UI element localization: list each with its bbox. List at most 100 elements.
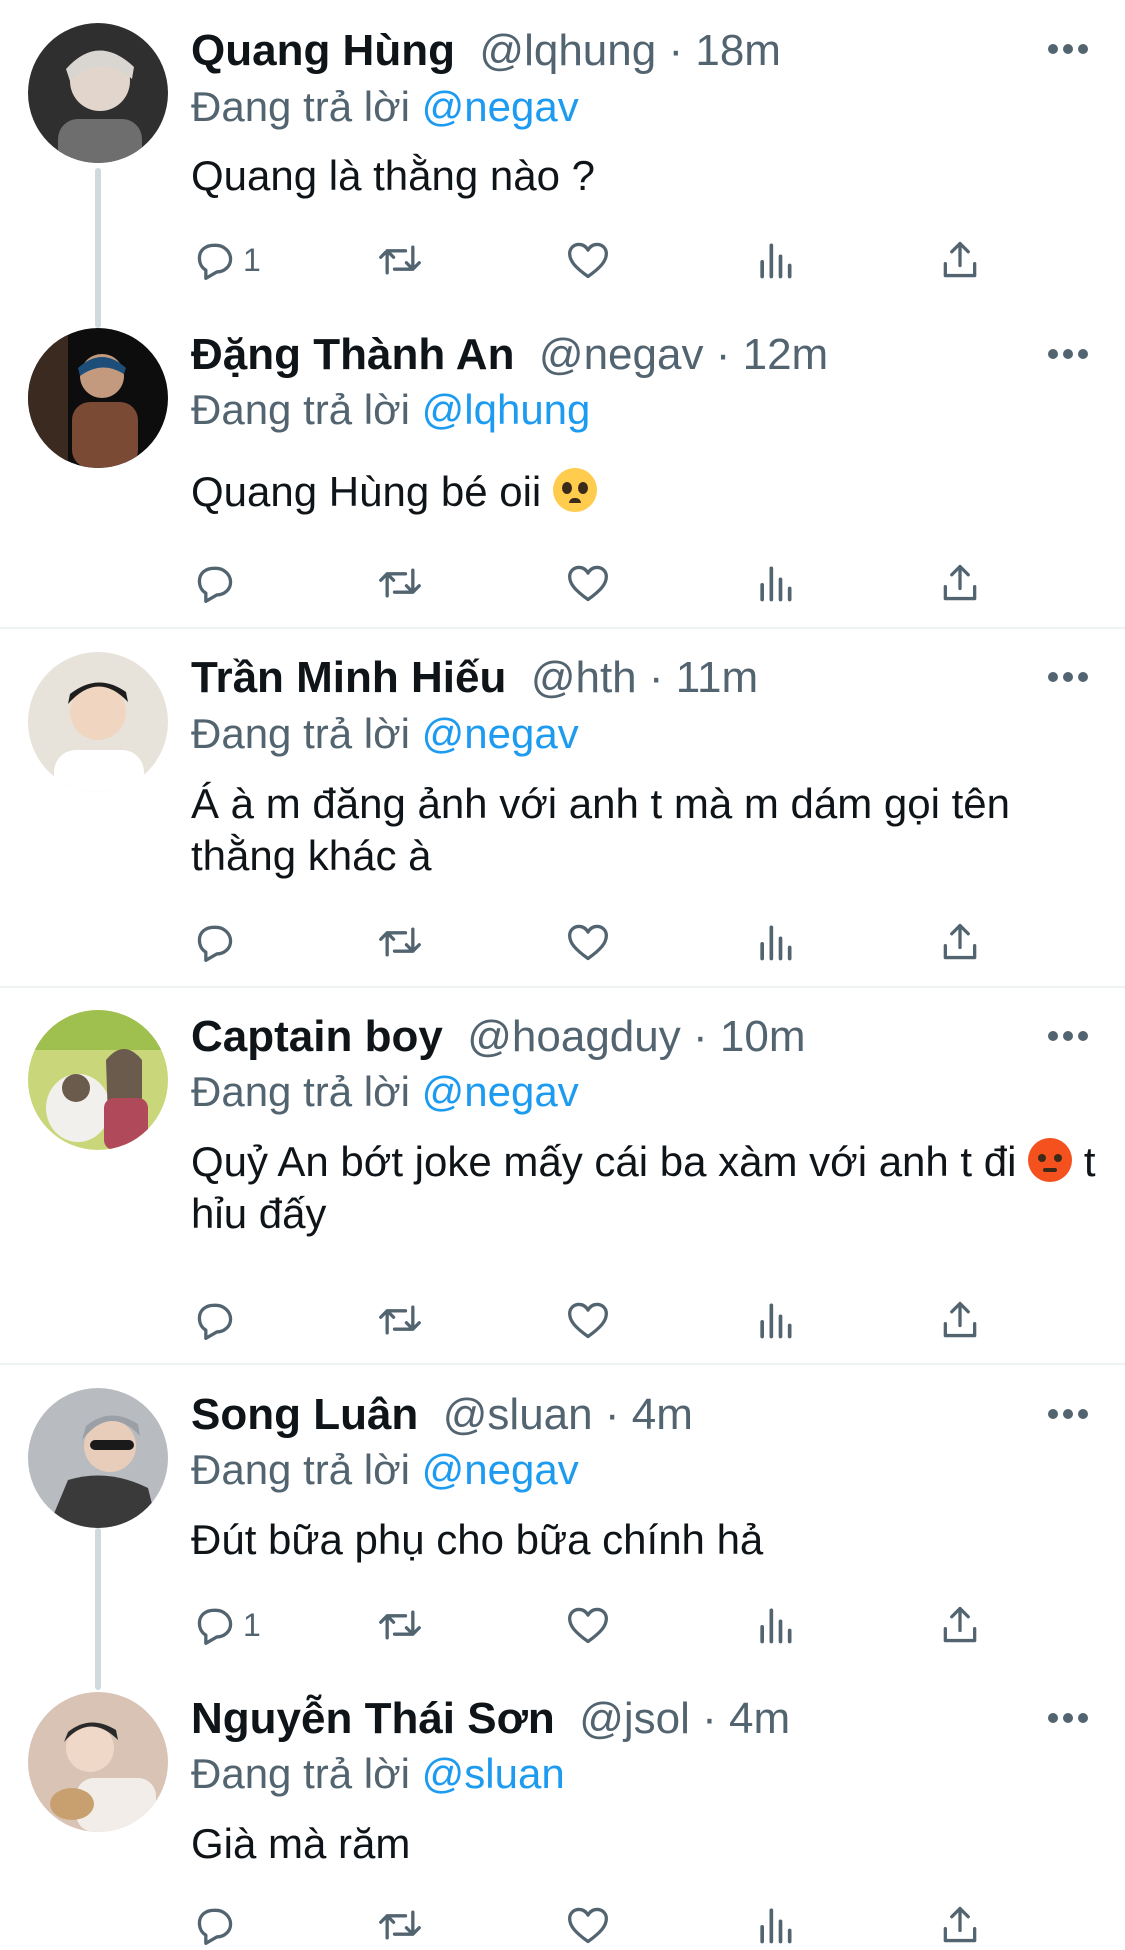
retweet-button[interactable] xyxy=(378,235,422,285)
separator: · xyxy=(668,26,684,75)
reply-prefix: Đang trả lời xyxy=(191,386,410,433)
reply-button[interactable]: 1 xyxy=(193,235,261,285)
views-icon xyxy=(760,566,792,602)
share-button[interactable] xyxy=(938,1295,982,1345)
angry-face-emoji xyxy=(1028,1138,1073,1182)
views-button[interactable] xyxy=(753,558,797,608)
timestamp[interactable]: 12m xyxy=(743,330,829,379)
share-button[interactable] xyxy=(938,235,982,285)
mention-link[interactable]: @sluan xyxy=(422,1750,565,1797)
separator: · xyxy=(604,1390,620,1439)
reply-button[interactable] xyxy=(193,1295,243,1345)
mention-link[interactable]: @negav xyxy=(422,1068,579,1115)
tweet-text: Quỷ An bớt joke mấy cái ba xàm với anh t… xyxy=(191,1136,1101,1240)
author-handle[interactable]: @hth xyxy=(531,653,637,702)
avatar[interactable] xyxy=(28,1010,168,1150)
more-icon[interactable] xyxy=(1048,44,1088,56)
like-icon xyxy=(568,1607,608,1644)
reply-prefix: Đang trả lời xyxy=(191,1068,410,1115)
author-handle[interactable]: @sluan xyxy=(443,1390,593,1439)
retweet-button[interactable] xyxy=(378,1295,422,1345)
author-name[interactable]: Song Luân xyxy=(191,1390,418,1439)
author-name[interactable]: Captain boy xyxy=(191,1012,443,1061)
tweet-header: Captain boy @hoagduy · 10m xyxy=(191,1012,805,1062)
views-button[interactable] xyxy=(753,235,797,285)
retweet-button[interactable] xyxy=(378,1600,422,1650)
more-icon[interactable] xyxy=(1048,672,1088,684)
author-handle[interactable]: @hoagduy xyxy=(467,1012,681,1061)
like-button[interactable] xyxy=(566,558,610,608)
timestamp[interactable]: 4m xyxy=(729,1694,790,1743)
separator: · xyxy=(648,653,664,702)
reply-prefix: Đang trả lời xyxy=(191,1750,410,1797)
timestamp[interactable]: 10m xyxy=(720,1012,806,1061)
timestamp[interactable]: 11m xyxy=(676,653,758,702)
reply-count: 1 xyxy=(243,241,261,278)
avatar[interactable] xyxy=(28,23,168,163)
like-button[interactable] xyxy=(566,235,610,285)
share-button[interactable] xyxy=(938,1600,982,1650)
reply-count: 1 xyxy=(243,1606,261,1643)
avatar[interactable] xyxy=(28,1692,168,1832)
views-button[interactable] xyxy=(753,1295,797,1345)
mention-link[interactable]: @negav xyxy=(422,83,579,130)
retweet-icon xyxy=(379,1910,421,1940)
reply-icon xyxy=(197,566,233,603)
more-icon[interactable] xyxy=(1048,1409,1088,1421)
share-button[interactable] xyxy=(938,1900,982,1950)
mention-link[interactable]: @negav xyxy=(422,710,579,757)
mention-link[interactable]: @negav xyxy=(422,1446,579,1493)
divider xyxy=(0,627,1125,629)
author-handle[interactable]: @jsol xyxy=(579,1694,690,1743)
share-button[interactable] xyxy=(938,917,982,967)
avatar[interactable] xyxy=(28,1388,168,1528)
tweet-text-body: Quang Hùng bé oii xyxy=(191,468,542,515)
like-button[interactable] xyxy=(566,1295,610,1345)
reply-button[interactable] xyxy=(193,917,243,967)
action-bar xyxy=(0,917,1125,967)
like-icon xyxy=(568,1302,608,1339)
share-icon xyxy=(943,1606,977,1643)
share-button[interactable] xyxy=(938,558,982,608)
more-icon[interactable] xyxy=(1048,1031,1088,1043)
more-icon[interactable] xyxy=(1048,349,1088,361)
reply-prefix: Đang trả lời xyxy=(191,83,410,130)
share-icon xyxy=(943,1301,977,1338)
author-name[interactable]: Đặng Thành An xyxy=(191,330,514,379)
tweet-text: Quang là thằng nào ? xyxy=(191,150,1091,202)
views-button[interactable] xyxy=(753,1900,797,1950)
timestamp[interactable]: 4m xyxy=(632,1390,693,1439)
tweet-header: Quang Hùng @lqhung · 18m xyxy=(191,26,781,76)
mention-link[interactable]: @lqhung xyxy=(422,386,591,433)
author-name[interactable]: Nguyễn Thái Sơn xyxy=(191,1694,555,1743)
avatar[interactable] xyxy=(28,328,168,468)
replying-to: Đang trả lời @sluan xyxy=(191,1749,565,1799)
pleading-face-emoji xyxy=(552,468,597,512)
author-handle[interactable]: @negav xyxy=(539,330,704,379)
author-handle[interactable]: @lqhung xyxy=(479,26,656,75)
reply-button[interactable]: 1 xyxy=(193,1600,261,1650)
like-button[interactable] xyxy=(566,1900,610,1950)
reply-button[interactable] xyxy=(193,1900,243,1950)
action-bar xyxy=(0,558,1125,608)
author-name[interactable]: Quang Hùng xyxy=(191,26,455,75)
author-name[interactable]: Trần Minh Hiếu xyxy=(191,653,506,702)
views-button[interactable] xyxy=(753,917,797,967)
views-button[interactable] xyxy=(753,1600,797,1650)
more-icon[interactable] xyxy=(1048,1713,1088,1725)
reply-button[interactable] xyxy=(193,558,243,608)
retweet-button[interactable] xyxy=(378,558,422,608)
retweet-button[interactable] xyxy=(378,917,422,967)
like-icon xyxy=(568,924,608,961)
tweet-text: Quang Hùng bé oii xyxy=(191,466,1091,518)
like-button[interactable] xyxy=(566,1600,610,1650)
action-bar xyxy=(0,1295,1125,1345)
like-icon xyxy=(568,242,608,279)
timestamp[interactable]: 18m xyxy=(695,26,781,75)
retweet-icon xyxy=(379,927,421,957)
like-button[interactable] xyxy=(566,917,610,967)
avatar[interactable] xyxy=(28,652,168,792)
tweet-header: Song Luân @sluan · 4m xyxy=(191,1390,693,1440)
share-icon xyxy=(943,241,977,278)
retweet-button[interactable] xyxy=(378,1900,422,1950)
